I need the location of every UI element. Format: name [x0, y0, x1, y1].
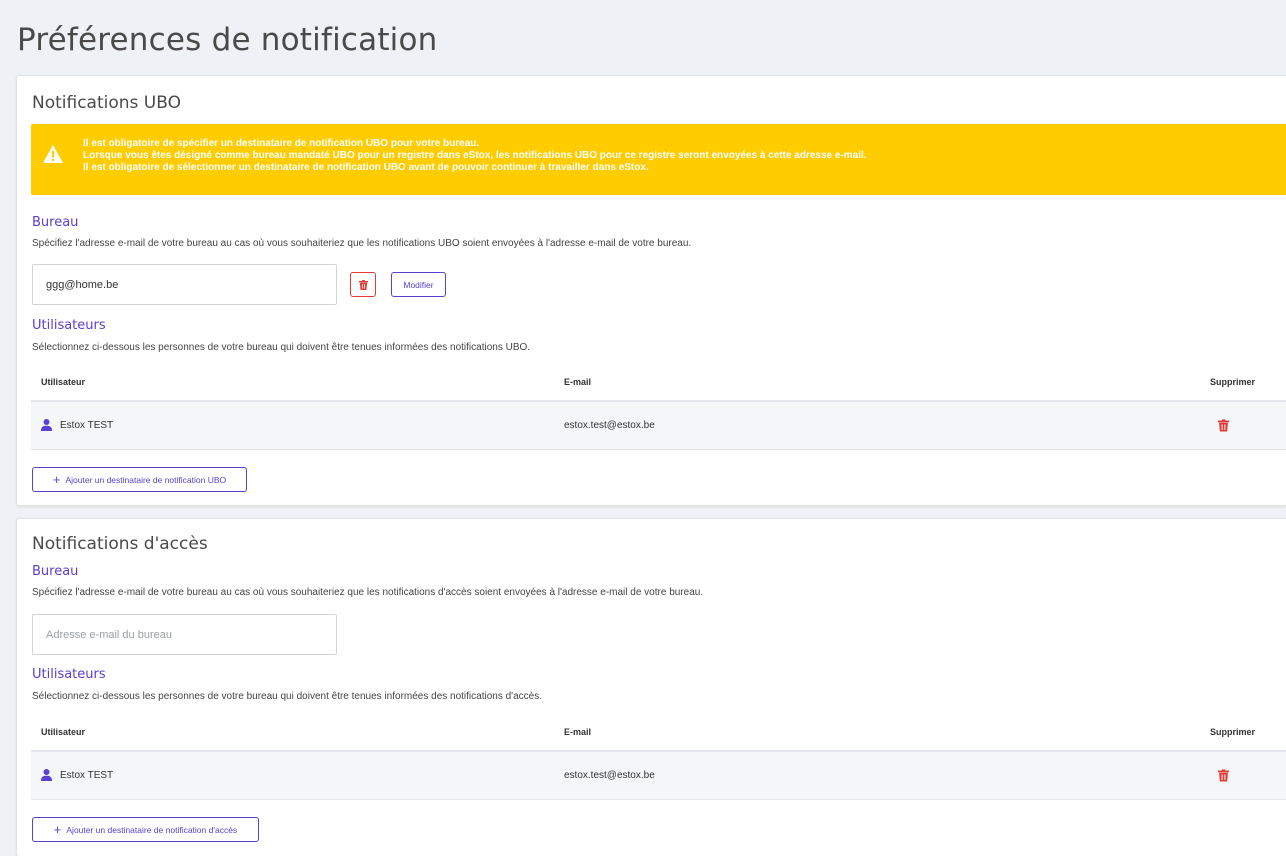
add-ubo-recipient-button[interactable]: + Ajouter un destinataire de notificatio… [32, 467, 247, 492]
table-header: Utilisateur E-mail Supprimer [31, 364, 1286, 402]
ubo-users-description: Sélectionnez ci-dessous les personnes de… [32, 342, 531, 353]
ubo-bureau-email-input[interactable] [32, 264, 337, 305]
ubo-bureau-modify-button[interactable]: Modifier [391, 272, 446, 297]
alert-line: Lorsque vous êtes désigné comme bureau m… [83, 150, 867, 161]
alert-line: Il est obligatoire de spécifier un desti… [83, 138, 480, 149]
user-email: estox.test@estox.be [564, 770, 655, 781]
access-bureau-description: Spécifiez l'adresse e-mail de votre bure… [32, 587, 704, 598]
access-notifications-card: Notifications d'accès Bureau Spécifiez l… [16, 518, 1286, 856]
column-header-delete: Supprimer [1210, 727, 1256, 737]
delete-user-button[interactable] [1218, 769, 1229, 782]
ubo-section-title: Notifications UBO [32, 93, 181, 113]
access-users-table: Utilisateur E-mail Supprimer Estox TEST … [31, 714, 1286, 800]
add-access-recipient-button[interactable]: + Ajouter un destinataire de notificatio… [32, 817, 259, 842]
alert-line: Il est obligatoire de sélectionner un de… [83, 162, 649, 173]
access-bureau-email-input[interactable] [32, 614, 337, 655]
access-users-title: Utilisateurs [32, 667, 106, 682]
column-header-delete: Supprimer [1210, 377, 1256, 387]
access-bureau-title: Bureau [32, 564, 79, 579]
page-title: Préférences de notification [17, 22, 438, 58]
add-ubo-recipient-label: Ajouter un destinataire de notification … [65, 474, 227, 485]
user-icon [41, 769, 52, 781]
column-header-user: Utilisateur [41, 377, 86, 387]
ubo-bureau-description: Spécifiez l'adresse e-mail de votre bure… [32, 238, 692, 249]
trash-icon [358, 279, 368, 290]
ubo-warning-alert: Il est obligatoire de spécifier un desti… [31, 124, 1286, 195]
access-users-description: Sélectionnez ci-dessous les personnes de… [32, 691, 542, 702]
add-access-recipient-label: Ajouter un destinataire de notification … [66, 824, 238, 835]
warning-triangle-icon [43, 145, 63, 163]
table-row: Estox TEST estox.test@estox.be [31, 402, 1286, 450]
user-name: Estox TEST [60, 420, 114, 431]
ubo-bureau-delete-button[interactable] [350, 272, 376, 297]
user-name: Estox TEST [60, 770, 114, 781]
ubo-bureau-title: Bureau [32, 215, 79, 230]
delete-user-button[interactable] [1218, 419, 1229, 432]
alert-text: Il est obligatoire de spécifier un desti… [83, 138, 867, 174]
column-header-user: Utilisateur [41, 727, 86, 737]
plus-icon: + [53, 822, 62, 837]
ubo-notifications-card: Notifications UBO Il est obligatoire de … [16, 75, 1286, 506]
access-section-title: Notifications d'accès [32, 534, 208, 554]
ubo-users-table: Utilisateur E-mail Supprimer Estox TEST … [31, 364, 1286, 450]
user-email: estox.test@estox.be [564, 420, 655, 431]
column-header-email: E-mail [564, 377, 592, 387]
column-header-email: E-mail [564, 727, 592, 737]
table-header: Utilisateur E-mail Supprimer [31, 714, 1286, 752]
table-row: Estox TEST estox.test@estox.be [31, 752, 1286, 800]
plus-icon: + [52, 472, 61, 487]
ubo-users-title: Utilisateurs [32, 318, 106, 333]
user-icon [41, 419, 52, 431]
